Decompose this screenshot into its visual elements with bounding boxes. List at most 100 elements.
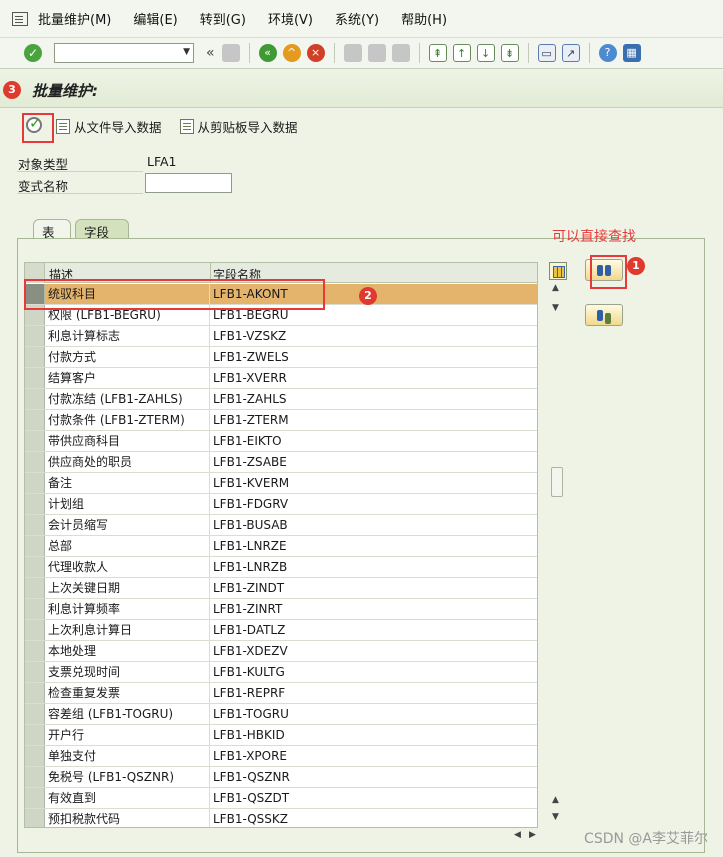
table-row[interactable]: 代理收款人 LFB1-LNRZB [25,557,537,578]
menu-mass-maintenance[interactable]: 批量维护(M) [38,9,111,28]
cell-description[interactable]: 供应商处的职员 [46,452,210,472]
cell-field-name[interactable]: LFB1-KVERM [211,473,535,493]
menu-help[interactable]: 帮助(H) [401,9,447,28]
table-row[interactable]: 利息计算频率 LFB1-ZINRT [25,599,537,620]
cell-field-name[interactable]: LFB1-DATLZ [211,620,535,640]
cell-field-name[interactable]: LFB1-QSZDT [211,788,535,808]
cell-description[interactable]: 单独支付 [46,746,210,766]
cell-description[interactable]: 上次利息计算日 [46,620,210,640]
table-row[interactable]: 计划组 LFB1-FDGRV [25,494,537,515]
cell-description[interactable]: 付款条件 (LFB1-ZTERM) [46,410,210,430]
cell-description[interactable]: 计划组 [46,494,210,514]
table-row[interactable]: 有效直到 LFB1-QSZDT [25,788,537,809]
scroll-left-icon[interactable]: ◀ [514,830,521,840]
menu-environment[interactable]: 环境(V) [268,9,313,28]
cell-field-name[interactable]: LFB1-TOGRU [211,704,535,724]
save-icon[interactable] [221,44,240,62]
double-arrow-icon[interactable]: « [206,45,215,61]
scroll-up-icon[interactable]: ▲ [552,795,559,805]
previous-page-icon[interactable]: ↑ [452,44,471,62]
row-selector[interactable] [25,725,45,745]
scroll-right-icon[interactable]: ▶ [529,830,536,840]
table-row[interactable]: 总部 LFB1-LNRZE [25,536,537,557]
cell-field-name[interactable]: LFB1-XVERR [211,368,535,388]
table-row[interactable]: 利息计算标志 LFB1-VZSKZ [25,326,537,347]
exit-icon[interactable]: ^ [282,44,301,62]
cell-description[interactable]: 支票兑现时间 [46,662,210,682]
row-selector[interactable] [25,536,45,556]
cell-description[interactable]: 本地处理 [46,641,210,661]
cell-description[interactable]: 备注 [46,473,210,493]
row-selector[interactable] [25,641,45,661]
first-page-icon[interactable]: ⇞ [428,44,447,62]
row-selector[interactable] [25,326,45,346]
row-selector[interactable] [25,788,45,808]
cell-description[interactable]: 利息计算频率 [46,599,210,619]
row-selector[interactable] [25,767,45,787]
table-row[interactable]: 付款方式 LFB1-ZWELS [25,347,537,368]
row-selector[interactable] [25,410,45,430]
cell-description[interactable]: 结算客户 [46,368,210,388]
row-selector[interactable] [25,599,45,619]
chevron-down-icon[interactable]: ▼ [183,47,190,57]
column-configuration-icon[interactable] [549,262,567,280]
cell-field-name[interactable]: LFB1-FDGRV [211,494,535,514]
import-from-file-button[interactable]: 从文件导入数据 [56,117,162,136]
cell-description[interactable]: 有效直到 [46,788,210,808]
cell-field-name[interactable]: LFB1-VZSKZ [211,326,535,346]
cell-description[interactable]: 上次关键日期 [46,578,210,598]
row-selector[interactable] [25,368,45,388]
row-selector[interactable] [25,494,45,514]
table-row[interactable]: 供应商处的职员 LFB1-ZSABE [25,452,537,473]
row-selector[interactable] [25,620,45,640]
table-row[interactable]: 付款冻结 (LFB1-ZAHLS) LFB1-ZAHLS [25,389,537,410]
cell-field-name[interactable]: LFB1-ZTERM [211,410,535,430]
table-row[interactable]: 支票兑现时间 LFB1-KULTG [25,662,537,683]
menu-edit[interactable]: 编辑(E) [133,9,177,28]
scroll-down-icon[interactable]: ▼ [552,303,559,313]
cell-field-name[interactable]: LFB1-ZAHLS [211,389,535,409]
find-next-icon[interactable] [391,44,410,62]
cell-field-name[interactable]: LFB1-ZINRT [211,599,535,619]
table-row[interactable]: 付款条件 (LFB1-ZTERM) LFB1-ZTERM [25,410,537,431]
scrollbar-thumb[interactable] [551,467,563,497]
cell-description[interactable]: 容差组 (LFB1-TOGRU) [46,704,210,724]
print-icon[interactable] [343,44,362,62]
cell-description[interactable]: 付款冻结 (LFB1-ZAHLS) [46,389,210,409]
table-row[interactable]: 带供应商科目 LFB1-EIKTO [25,431,537,452]
table-row[interactable]: 结算客户 LFB1-XVERR [25,368,537,389]
cell-description[interactable]: 免税号 (LFB1-QSZNR) [46,767,210,787]
cell-description[interactable]: 代理收款人 [46,557,210,577]
new-session-icon[interactable]: ▭ [537,44,556,62]
row-selector[interactable] [25,746,45,766]
horizontal-scrollbar[interactable]: ◀ ▶ [24,830,566,844]
table-row[interactable]: 单独支付 LFB1-XPORE [25,746,537,767]
row-selector[interactable] [25,683,45,703]
cell-field-name[interactable]: LFB1-REPRF [211,683,535,703]
import-from-clipboard-button[interactable]: 从剪贴板导入数据 [179,117,298,136]
table-row[interactable]: 上次关键日期 LFB1-ZINDT [25,578,537,599]
row-selector[interactable] [25,431,45,451]
row-selector[interactable] [25,578,45,598]
cell-field-name[interactable]: LFB1-ZSABE [211,452,535,472]
back-icon[interactable]: « [258,44,277,62]
cell-field-name[interactable]: LFB1-HBKID [211,725,535,745]
cell-description[interactable]: 总部 [46,536,210,556]
row-selector[interactable] [25,515,45,535]
table-row[interactable]: 备注 LFB1-KVERM [25,473,537,494]
cell-field-name[interactable]: LFB1-XPORE [211,746,535,766]
table-row[interactable]: 上次利息计算日 LFB1-DATLZ [25,620,537,641]
row-selector[interactable] [25,809,45,827]
cell-field-name[interactable]: LFB1-BUSAB [211,515,535,535]
tab-fields[interactable]: 字段 [75,219,129,240]
find-next-button[interactable] [585,304,623,326]
table-row[interactable]: 免税号 (LFB1-QSZNR) LFB1-QSZNR [25,767,537,788]
table-row[interactable]: 容差组 (LFB1-TOGRU) LFB1-TOGRU [25,704,537,725]
row-selector[interactable] [25,704,45,724]
vertical-scrollbar[interactable]: ▲ ▼ ▲ ▼ [548,279,566,828]
table-row[interactable]: 开户行 LFB1-HBKID [25,725,537,746]
cell-description[interactable]: 带供应商科目 [46,431,210,451]
cell-field-name[interactable]: LFB1-KULTG [211,662,535,682]
table-row[interactable]: 本地处理 LFB1-XDEZV [25,641,537,662]
cell-field-name[interactable]: LFB1-ZWELS [211,347,535,367]
